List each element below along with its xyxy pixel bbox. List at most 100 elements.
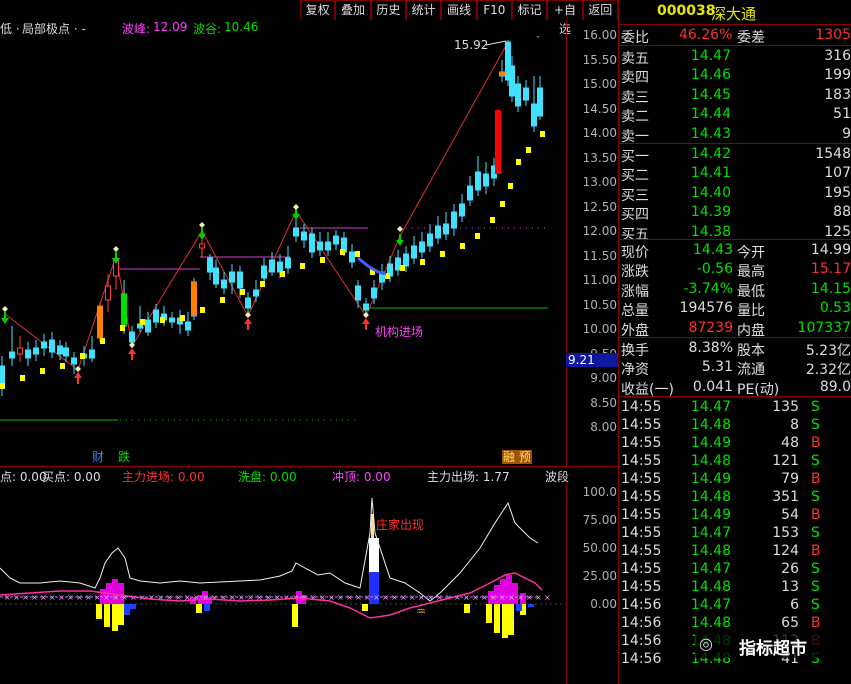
divider	[619, 337, 851, 338]
tick-price: 14.49	[690, 507, 731, 523]
toolbar-mark-button[interactable]: 标记	[511, 0, 548, 20]
ma-segment	[80, 353, 85, 359]
candle-body	[25, 349, 31, 359]
quote-value: 107337	[797, 319, 851, 336]
diamond-icon	[113, 246, 119, 252]
ma-segment	[180, 315, 185, 321]
buy-row: 买一 14.42 1548	[619, 145, 851, 165]
ma-segment	[220, 297, 225, 303]
tick-side: B	[811, 471, 821, 487]
tick-side: S	[811, 417, 820, 433]
sell-volume: 9	[842, 125, 851, 142]
tick-row[interactable]: 14:55 14.49 54 B	[619, 506, 851, 525]
buy-arrow-icon	[74, 372, 82, 384]
quote-label: 现价	[621, 245, 649, 261]
toolbar-restore-button[interactable]: 复权	[300, 0, 336, 20]
tick-side: B	[811, 507, 821, 523]
tick-volume: 6	[790, 597, 799, 613]
candlestick-chart[interactable]: 15.92 ◇ 机构进场 财 跌 融 预	[0, 36, 566, 466]
tick-row[interactable]: 14:55 14.48 8 S	[619, 416, 851, 435]
stock-title: 000038 深大通	[619, 2, 851, 23]
tick-side: S	[811, 561, 820, 577]
diamond-icon	[397, 226, 403, 232]
toolbar-history-button[interactable]: 历史	[370, 0, 406, 20]
ma-segment	[200, 307, 205, 313]
tick-time: 14:55	[621, 453, 662, 469]
indicator-bar	[362, 604, 368, 611]
sell-price: 14.44	[690, 106, 731, 123]
candle-body	[435, 225, 441, 239]
price-tick: 8.50	[590, 395, 617, 410]
quote-label: 最高	[737, 264, 765, 281]
candle-body	[71, 357, 77, 365]
candle-body	[237, 271, 243, 289]
indicator-bar	[130, 604, 136, 609]
candle-body	[253, 289, 259, 297]
buy-label: 买三	[621, 187, 649, 204]
tick-row[interactable]: 14:55 14.48 121 S	[619, 452, 851, 471]
sell-row: 卖四 14.46 199	[619, 66, 851, 86]
tick-row[interactable]: 14:56 14.47 6 S	[619, 596, 851, 615]
header-trough-label: 波谷:	[193, 22, 222, 36]
sell-label: 卖五	[621, 51, 649, 67]
tick-row[interactable]: 14:55 14.49 79 B	[619, 470, 851, 489]
tick-row[interactable]: 14:55 14.47 135 S	[619, 398, 851, 417]
sell-price: 14.46	[690, 67, 731, 84]
tick-row[interactable]: 14:55 14.47 26 S	[619, 560, 851, 579]
ma-segment	[60, 363, 65, 369]
tick-price: 14.47	[690, 597, 731, 613]
buy-price: 14.40	[690, 184, 731, 201]
candle-body	[17, 347, 23, 355]
stat-label: 换手	[621, 343, 649, 359]
candle-body	[371, 287, 377, 299]
candle-body	[229, 271, 235, 283]
tick-time: 14:55	[621, 543, 662, 559]
ma-segment	[260, 281, 265, 287]
quote-row: 总量 194576 量比 0.53	[619, 299, 851, 320]
toolbar-f10-button[interactable]: F10	[476, 0, 512, 20]
sell-price: 14.43	[690, 125, 731, 142]
toolbar-stats-button[interactable]: 统计	[405, 0, 442, 20]
price-tick: 12.00	[582, 224, 617, 238]
price-tick: 13.00	[582, 175, 617, 189]
toolbar-overlay-button[interactable]: 叠加	[335, 0, 371, 20]
ma-segment	[340, 249, 345, 255]
quote-label: 量比	[737, 303, 765, 320]
toolbar-draw-button[interactable]: 画线	[441, 0, 477, 20]
tick-row[interactable]: 14:55 14.48 351 S	[619, 488, 851, 507]
tick-row[interactable]: 14:55 14.49 48 B	[619, 434, 851, 453]
ma-segment	[420, 259, 425, 265]
watermark: ◎ 指标超市	[695, 632, 845, 659]
stat-label: 流通	[737, 362, 765, 379]
candle-body	[153, 309, 159, 323]
tick-price: 14.48	[690, 489, 731, 505]
indicator-bars: × × × × × × × × × × × × × × × × × × × × × × × × × × × × × × × × × × × × × × × ×…	[4, 514, 551, 638]
indicator-bar	[104, 604, 110, 627]
stock-code: 000038	[657, 3, 716, 19]
tick-price: 14.47	[690, 399, 731, 415]
tick-row[interactable]: 14:55 14.47 153 S	[619, 524, 851, 543]
tick-side: B	[811, 435, 821, 451]
ma-segment	[140, 319, 145, 325]
candle-body	[443, 223, 449, 235]
toolbar-watchlist-button[interactable]: +自选	[547, 0, 583, 36]
ma-segment	[20, 375, 25, 381]
tick-time: 14:56	[621, 597, 662, 613]
tick-row[interactable]: 14:56 14.48 65 B	[619, 614, 851, 633]
ma-segment	[0, 383, 5, 389]
tick-row[interactable]: 14:55 14.48 13 S	[619, 578, 851, 597]
indicator-chart[interactable]: × × × × × × × × × × × × × × × × × × × × × × × × × × × × × × × × × × × × × × × ×…	[0, 483, 566, 684]
sell-price: 14.47	[690, 48, 731, 64]
candle-body	[277, 261, 283, 273]
candle-body	[509, 65, 515, 97]
toolbar-back-button[interactable]: 返回	[582, 0, 618, 20]
tick-volume: 153	[772, 525, 799, 541]
price-axis: 16.00 15.50 15.00 14.50 14.00 13.50 13.00 12.50…	[566, 20, 619, 466]
stat-value: 5.23亿	[805, 343, 851, 359]
quote-value: 194576	[679, 300, 733, 317]
indicator-bar	[204, 604, 210, 611]
tick-volume: 13	[781, 579, 799, 595]
tick-row[interactable]: 14:55 14.48 124 B	[619, 542, 851, 561]
high-pointer	[485, 40, 507, 46]
price-tick: 8.00	[590, 420, 617, 434]
